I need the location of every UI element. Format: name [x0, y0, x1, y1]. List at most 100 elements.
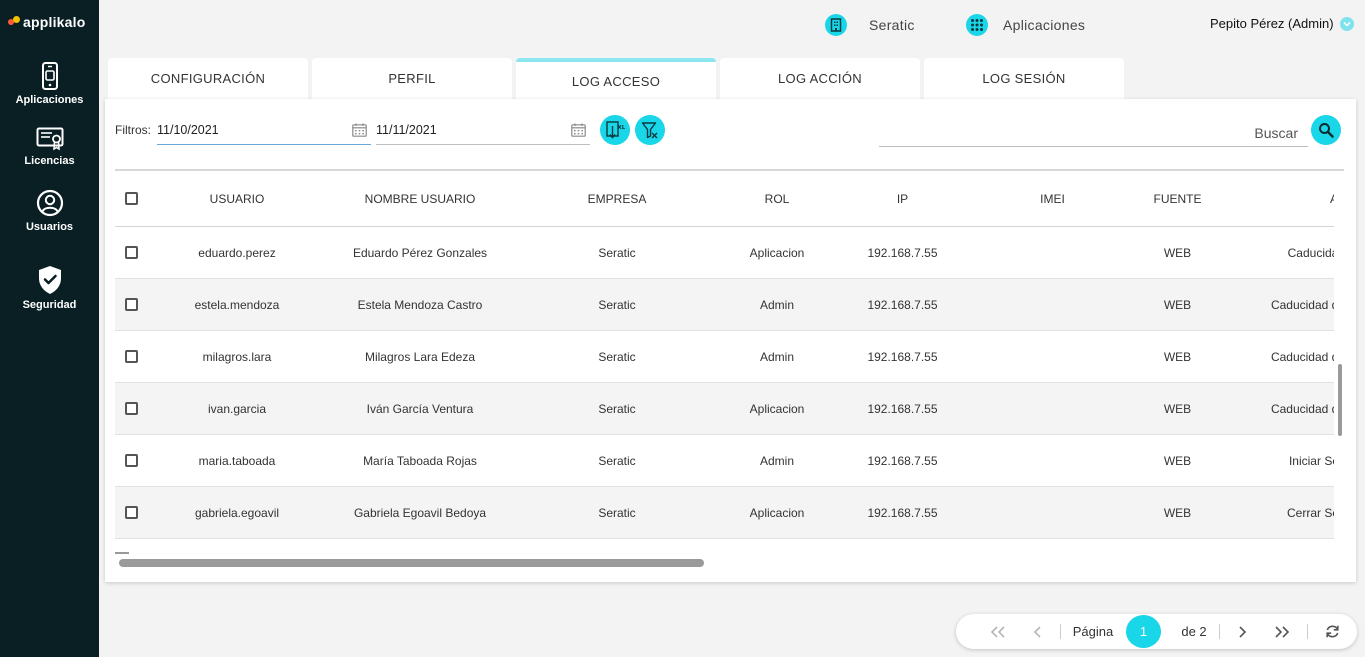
current-page-input[interactable]: 1 — [1126, 615, 1161, 648]
horizontal-scrollbar[interactable] — [119, 559, 704, 567]
cell-accion-text: Iniciar Ses — [1288, 453, 1334, 468]
cell-imei — [990, 331, 1115, 382]
cell-nombre: Milagros Lara Edeza — [364, 349, 476, 364]
cell-fuente: WEB — [1163, 245, 1192, 260]
pager-separator — [1060, 624, 1061, 639]
cell-nombre: Estela Mendoza Castro — [357, 297, 483, 312]
total-pages-label: de 2 — [1181, 624, 1207, 639]
date-from-field[interactable]: 11/10/2021 — [157, 115, 371, 145]
cell-fuente: WEB — [1163, 453, 1192, 468]
last-page-button[interactable] — [1270, 614, 1294, 649]
sidebar-item-label: Aplicaciones — [15, 94, 84, 106]
brand-logo[interactable]: applikalo — [8, 14, 85, 30]
vertical-scrollbar[interactable] — [1338, 364, 1342, 436]
cell-empresa: Seratic — [598, 245, 636, 260]
cell-ip: 192.168.7.55 — [867, 453, 938, 468]
cell-imei — [990, 279, 1115, 330]
column-header-rol[interactable]: ROL — [705, 171, 849, 226]
next-page-button[interactable] — [1232, 614, 1252, 649]
company-name: Seratic — [869, 17, 915, 33]
cell-ip: 192.168.7.55 — [867, 297, 938, 312]
cell-nombre: María Taboada Rojas — [363, 453, 477, 468]
column-header-fuente[interactable]: FUENTE — [1115, 171, 1240, 226]
row-checkbox[interactable] — [124, 402, 138, 415]
export-excel-icon: XLS — [606, 121, 625, 139]
cell-imei — [990, 487, 1115, 538]
column-header-nombre-usuario[interactable]: NOMBRE USUARIO — [315, 171, 525, 226]
cell-usuario: ivan.garcia — [207, 401, 267, 416]
row-checkbox-cell — [115, 331, 147, 382]
cell-rol: Admin — [759, 297, 794, 312]
calendar-icon[interactable] — [571, 123, 586, 137]
table-row[interactable]: ivan.garcia Iván García Ventura Seratic … — [115, 383, 1334, 435]
date-from-value: 11/10/2021 — [157, 122, 219, 137]
chevron-down-icon — [1339, 16, 1354, 31]
chevron-right-icon — [1239, 625, 1247, 638]
row-checkbox[interactable] — [124, 350, 138, 363]
calendar-icon[interactable] — [352, 123, 367, 137]
cell-ip: 192.168.7.55 — [867, 349, 938, 364]
logo-mark-icon — [8, 16, 20, 28]
table-row[interactable]: gabriela.egoavil Gabriela Egoavil Bedoya… — [115, 487, 1334, 539]
tab-configuracion[interactable]: CONFIGURACIÓN — [108, 58, 308, 99]
table-row[interactable]: maria.taboada María Taboada Rojas Serati… — [115, 435, 1334, 487]
sidebar-item-label: Usuarios — [25, 221, 74, 233]
user-name: Pepito Pérez (Admin) — [1210, 16, 1334, 31]
sidebar-item-licencias[interactable]: Licencias — [0, 127, 99, 167]
row-checkbox-cell — [115, 435, 147, 486]
cell-rol: Admin — [759, 453, 794, 468]
table-row[interactable]: milagros.lara Milagros Lara Edeza Serati… — [115, 331, 1334, 383]
sidebar-item-seguridad[interactable]: Seguridad — [0, 265, 99, 311]
cell-accion: Caducidad de — [1245, 279, 1334, 330]
pager-separator — [1307, 624, 1308, 639]
row-checkbox[interactable] — [124, 454, 138, 467]
cell-rol: Admin — [759, 349, 794, 364]
table-row[interactable]: estela.mendoza Estela Mendoza Castro Ser… — [115, 279, 1334, 331]
row-checkbox[interactable] — [124, 298, 138, 311]
cell-imei — [990, 227, 1115, 278]
tab-log-accion[interactable]: LOG ACCIÓN — [720, 58, 920, 99]
header-checkbox-cell — [115, 171, 147, 226]
tab-log-acceso[interactable]: LOG ACCESO — [516, 58, 716, 100]
cell-accion: Caducidad de — [1245, 331, 1334, 382]
user-circle-icon — [36, 189, 63, 217]
sidebar-item-usuarios[interactable]: Usuarios — [0, 189, 99, 233]
tab-log-sesion[interactable]: LOG SESIÓN — [924, 58, 1124, 99]
row-checkbox[interactable] — [124, 506, 138, 519]
search-button[interactable] — [1311, 115, 1341, 145]
cell-empresa: Seratic — [598, 401, 636, 416]
export-excel-button[interactable]: XLS — [600, 115, 630, 145]
cell-empresa: Seratic — [598, 453, 636, 468]
column-header-ip[interactable]: IP — [835, 171, 970, 226]
tab-perfil[interactable]: PERFIL — [312, 58, 512, 99]
refresh-button[interactable] — [1320, 614, 1344, 649]
sidebar: applikalo Aplicaciones Licencias Usuario… — [0, 0, 99, 657]
search-input[interactable]: Buscar — [879, 119, 1308, 147]
row-checkbox-cell — [115, 279, 147, 330]
pagination: Página 1 de 2 — [956, 614, 1357, 649]
column-header-usuario[interactable]: USUARIO — [167, 171, 307, 226]
cell-accion: Caducidad de — [1245, 383, 1334, 434]
clear-filter-button[interactable] — [635, 115, 665, 145]
first-page-button[interactable] — [986, 614, 1010, 649]
refresh-icon — [1325, 625, 1339, 638]
table-row[interactable]: eduardo.perez Eduardo Pérez Gonzales Ser… — [115, 227, 1334, 279]
prev-page-button[interactable] — [1028, 614, 1048, 649]
column-header-accion[interactable]: AC — [1245, 171, 1334, 226]
cell-empresa: Seratic — [598, 349, 636, 364]
cell-ip: 192.168.7.55 — [867, 505, 938, 520]
user-menu[interactable]: Pepito Pérez (Admin) — [1210, 16, 1354, 31]
sidebar-item-aplicaciones[interactable]: Aplicaciones — [0, 62, 99, 106]
brand-name: applikalo — [23, 14, 86, 30]
row-checkbox[interactable] — [124, 246, 138, 259]
apps-grid-icon — [966, 14, 988, 36]
apps-menu[interactable]: Aplicaciones — [966, 14, 1085, 36]
date-to-field[interactable]: 11/11/2021 — [376, 115, 590, 145]
company-selector[interactable]: Seratic — [825, 14, 915, 36]
cell-ip: 192.168.7.55 — [867, 245, 938, 260]
column-header-imei[interactable]: IMEI — [990, 171, 1115, 226]
column-header-empresa[interactable]: EMPRESA — [545, 171, 689, 226]
select-all-checkbox[interactable] — [124, 192, 138, 205]
pager-separator — [1219, 624, 1220, 639]
cell-accion: Caducidad — [1245, 227, 1334, 278]
